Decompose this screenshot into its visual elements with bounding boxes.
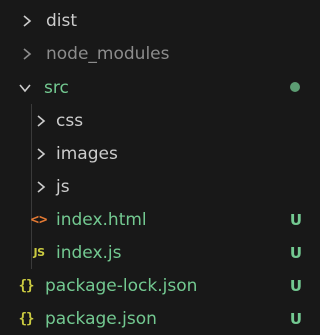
tree-item-index-html[interactable]: <> index.html U (0, 203, 310, 236)
untracked-badge: U (289, 276, 302, 295)
tree-item-images[interactable]: images (0, 137, 310, 170)
tree-item-label: package-lock.json (45, 275, 198, 296)
chevron-right-icon (20, 14, 34, 28)
chevron-right-icon (20, 47, 34, 61)
tree-item-package-json[interactable]: {} package.json U (0, 302, 310, 335)
chevron-right-icon (34, 114, 48, 128)
json-file-icon: {} (18, 277, 35, 294)
tree-item-index-js[interactable]: JS index.js U (0, 236, 310, 269)
tree-item-js[interactable]: js (0, 170, 310, 203)
js-file-icon: JS (33, 246, 45, 259)
tree-item-label: index.js (56, 242, 122, 263)
tree-item-label: css (56, 110, 84, 131)
tree-item-label: js (56, 176, 70, 197)
tree-item-package-lock-json[interactable]: {} package-lock.json U (0, 269, 310, 302)
chevron-right-icon (34, 147, 48, 161)
untracked-badge: U (289, 309, 302, 328)
chevron-down-icon (18, 81, 32, 95)
tree-item-node-modules[interactable]: node_modules (0, 37, 310, 70)
tree-item-dist[interactable]: dist (0, 4, 310, 37)
html-file-icon: <> (30, 211, 48, 228)
json-file-icon: {} (18, 310, 35, 327)
tree-item-css[interactable]: css (0, 104, 310, 137)
chevron-right-icon (34, 180, 48, 194)
tree-item-label: dist (46, 10, 78, 31)
file-explorer-tree: dist node_modules src css images js <> i… (0, 0, 310, 334)
tree-item-label: images (56, 143, 118, 164)
tree-item-label: package.json (45, 308, 157, 329)
modified-dot-icon (290, 82, 300, 92)
tree-item-label: src (44, 77, 69, 98)
untracked-badge: U (289, 243, 302, 262)
tree-item-src[interactable]: src (0, 71, 310, 104)
tree-item-label: node_modules (46, 43, 170, 64)
tree-item-label: index.html (56, 209, 147, 230)
untracked-badge: U (289, 210, 302, 229)
